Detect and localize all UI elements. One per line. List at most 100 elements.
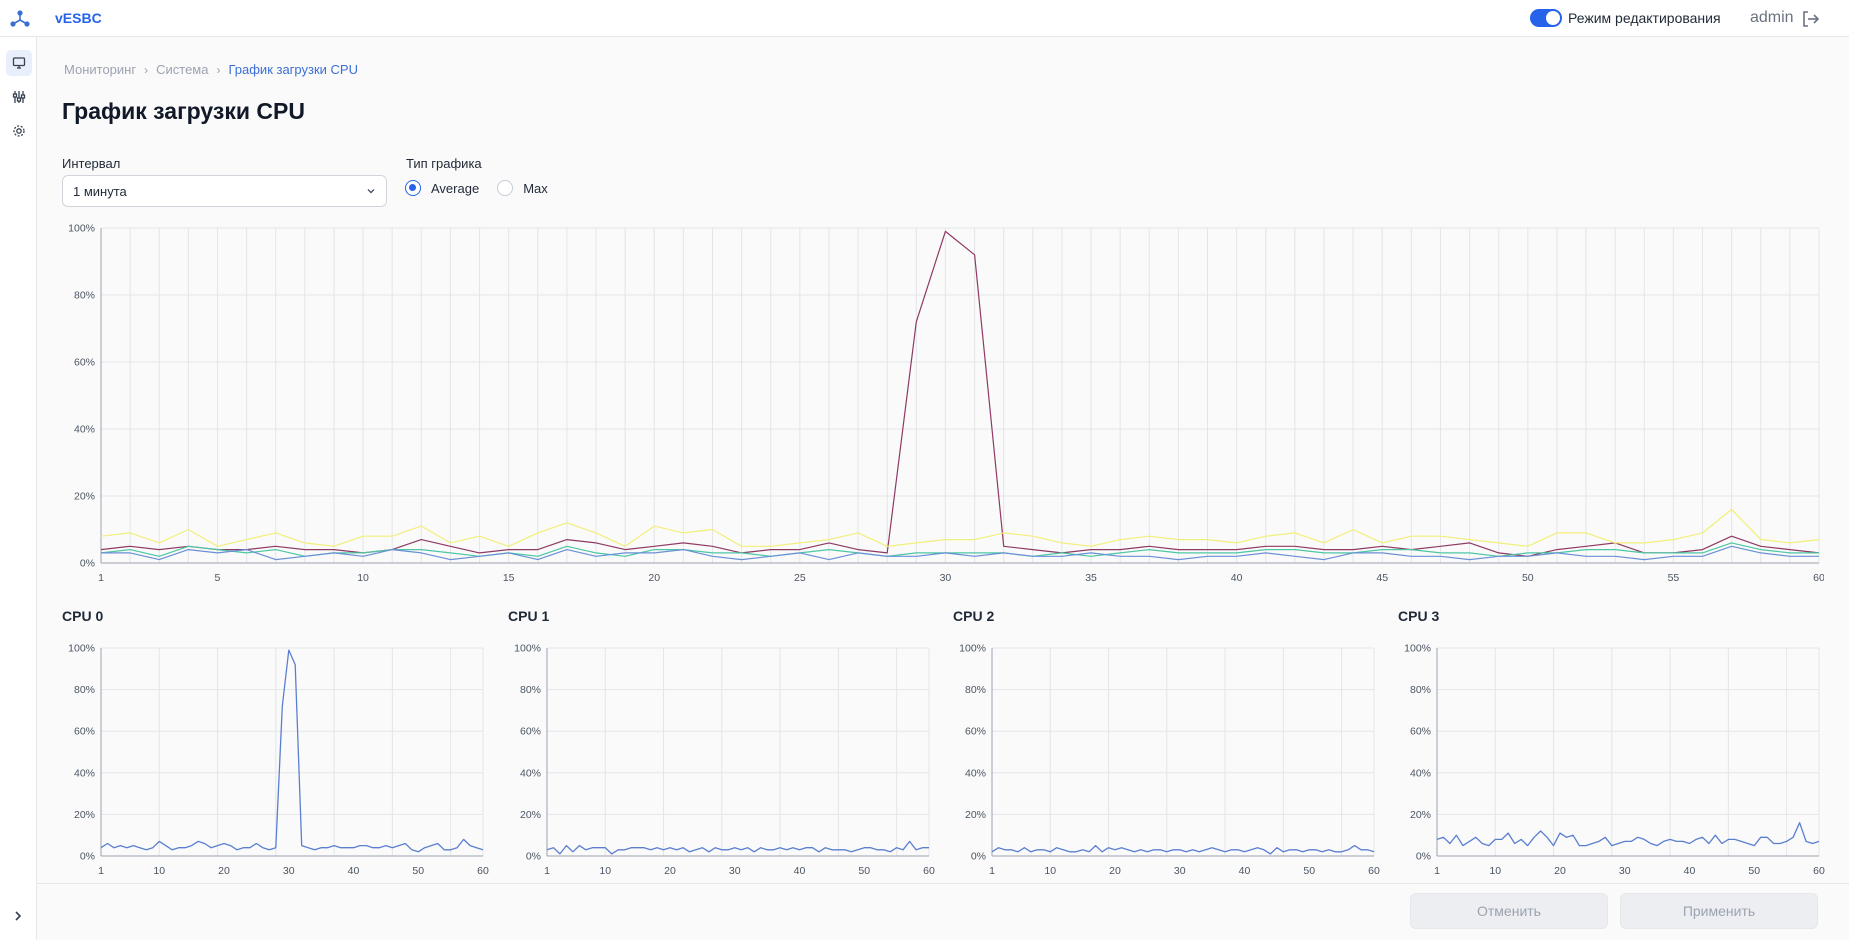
x-tick-label: 1 — [1434, 865, 1440, 877]
x-tick-label: 40 — [794, 865, 806, 877]
breadcrumb-current: График загрузки CPU — [228, 62, 358, 77]
series-line-0 — [1436, 822, 1820, 847]
y-tick-label: 20% — [74, 809, 95, 821]
cpu1-title: CPU 1 — [508, 608, 550, 624]
x-tick-label: 1 — [989, 865, 995, 877]
series-line-0 — [100, 649, 484, 853]
y-tick-label: 60% — [74, 357, 95, 369]
cancel-button[interactable]: Отменить — [1410, 893, 1608, 929]
cpu3-title: CPU 3 — [1398, 608, 1440, 624]
x-tick-label: 1 — [98, 572, 104, 584]
x-tick-label: 20 — [1109, 865, 1121, 877]
interval-label: Интервал — [62, 156, 121, 171]
series-line-0 — [100, 230, 1820, 557]
y-tick-label: 20% — [520, 809, 541, 821]
y-tick-label: 80% — [74, 684, 95, 696]
sidebar — [0, 37, 37, 940]
interval-select[interactable]: 1 минута — [62, 175, 387, 207]
x-tick-label: 50 — [1748, 865, 1760, 877]
y-tick-label: 100% — [959, 643, 986, 655]
sidebar-item-settings[interactable] — [6, 118, 32, 144]
x-tick-label: 20 — [1554, 865, 1566, 877]
x-tick-label: 40 — [1684, 865, 1696, 877]
y-tick-label: 100% — [68, 643, 95, 655]
radio-average-label[interactable]: Average — [431, 181, 479, 196]
x-tick-label: 40 — [1231, 572, 1243, 584]
brand-name[interactable]: vESBC — [55, 10, 102, 26]
cpu0-title: CPU 0 — [62, 608, 104, 624]
x-tick-label: 30 — [1619, 865, 1631, 877]
x-tick-label: 40 — [1239, 865, 1251, 877]
series-line-1 — [100, 508, 1820, 547]
x-tick-label: 60 — [477, 865, 489, 877]
sliders-icon — [12, 91, 26, 103]
x-tick-label: 10 — [599, 865, 611, 877]
radio-average[interactable] — [405, 180, 421, 196]
x-tick-label: 35 — [1085, 572, 1097, 584]
y-tick-label: 80% — [74, 290, 95, 302]
chevron-right-icon[interactable] — [8, 906, 28, 926]
chevron-down-icon — [367, 189, 375, 194]
y-tick-label: 40% — [74, 424, 95, 436]
series-line-0 — [546, 840, 929, 855]
breadcrumb: Мониторинг › Система › График загрузки C… — [64, 62, 358, 77]
radio-max-label[interactable]: Max — [523, 181, 548, 196]
y-tick-label: 60% — [1410, 726, 1431, 738]
y-tick-label: 60% — [965, 726, 986, 738]
x-tick-label: 50 — [858, 865, 870, 877]
x-tick-label: 45 — [1376, 572, 1388, 584]
y-tick-label: 20% — [1410, 809, 1431, 821]
x-tick-label: 30 — [940, 572, 952, 584]
interval-value: 1 минута — [73, 184, 127, 199]
y-tick-label: 40% — [74, 767, 95, 779]
chart-type-radio-group: Average Max — [405, 180, 566, 196]
x-tick-label: 10 — [153, 865, 165, 877]
y-tick-label: 60% — [74, 726, 95, 738]
breadcrumb-monitoring[interactable]: Мониторинг — [64, 62, 136, 77]
main-cpu-chart: 0%20%40%60%80%100%1 5 10 15 20 25 30 35 40 45 50 55… — [68, 223, 1824, 585]
top-bar: vESBC Режим редактирования admin — [0, 0, 1849, 37]
x-tick-label: 10 — [357, 572, 369, 584]
x-tick-label: 55 — [1668, 572, 1680, 584]
x-tick-label: 20 — [218, 865, 230, 877]
chevron-right-icon: › — [144, 62, 149, 77]
x-tick-label: 25 — [794, 572, 806, 584]
y-tick-label: 60% — [520, 726, 541, 738]
apply-button[interactable]: Применить — [1620, 893, 1818, 929]
y-tick-label: 0% — [526, 851, 541, 863]
x-tick-label: 30 — [729, 865, 741, 877]
sidebar-item-monitoring[interactable] — [6, 50, 32, 76]
series-line-0 — [991, 844, 1375, 855]
logout-icon[interactable] — [1800, 9, 1820, 29]
x-tick-label: 10 — [1044, 865, 1056, 877]
y-tick-label: 100% — [514, 643, 541, 655]
y-tick-label: 40% — [1410, 767, 1431, 779]
x-tick-label: 30 — [283, 865, 295, 877]
x-tick-label: 1 — [98, 865, 104, 877]
cpu2-title: CPU 2 — [953, 608, 995, 624]
gear-icon — [13, 125, 25, 137]
chart-type-label: Тип графика — [406, 156, 482, 171]
radio-max[interactable] — [497, 180, 514, 196]
cpu2-chart: 0% 20% 40% 60% 80% 100% 1 10 20 30 40 50 60 — [959, 643, 1380, 878]
edit-mode-label: Режим редактирования — [1568, 10, 1721, 26]
app-logo-icon[interactable] — [10, 10, 30, 28]
y-tick-label: 0% — [80, 851, 95, 863]
y-tick-label: 80% — [520, 684, 541, 696]
y-tick-label: 100% — [1404, 643, 1431, 655]
y-tick-label: 80% — [965, 684, 986, 696]
page-title: График загрузки CPU — [62, 98, 305, 124]
breadcrumb-system[interactable]: Система — [156, 62, 208, 77]
y-tick-label: 0% — [971, 851, 986, 863]
toggle-knob — [1546, 11, 1560, 25]
x-tick-label: 15 — [503, 572, 515, 584]
cpu3-chart: 0% 20% 40% 60% 80% 100% 1 10 20 30 40 50 60 — [1404, 643, 1825, 878]
sidebar-item-equalizer[interactable] — [6, 84, 32, 110]
edit-mode-toggle[interactable] — [1530, 9, 1562, 27]
y-tick-label: 40% — [520, 767, 541, 779]
chevron-right-icon: › — [216, 62, 221, 77]
cpu1-chart: 0% 20% 40% 60% 80% 100% 1 10 20 30 40 50 60 — [514, 643, 935, 878]
y-tick-label: 0% — [80, 558, 95, 570]
x-tick-label: 20 — [664, 865, 676, 877]
y-tick-label: 100% — [68, 223, 95, 235]
